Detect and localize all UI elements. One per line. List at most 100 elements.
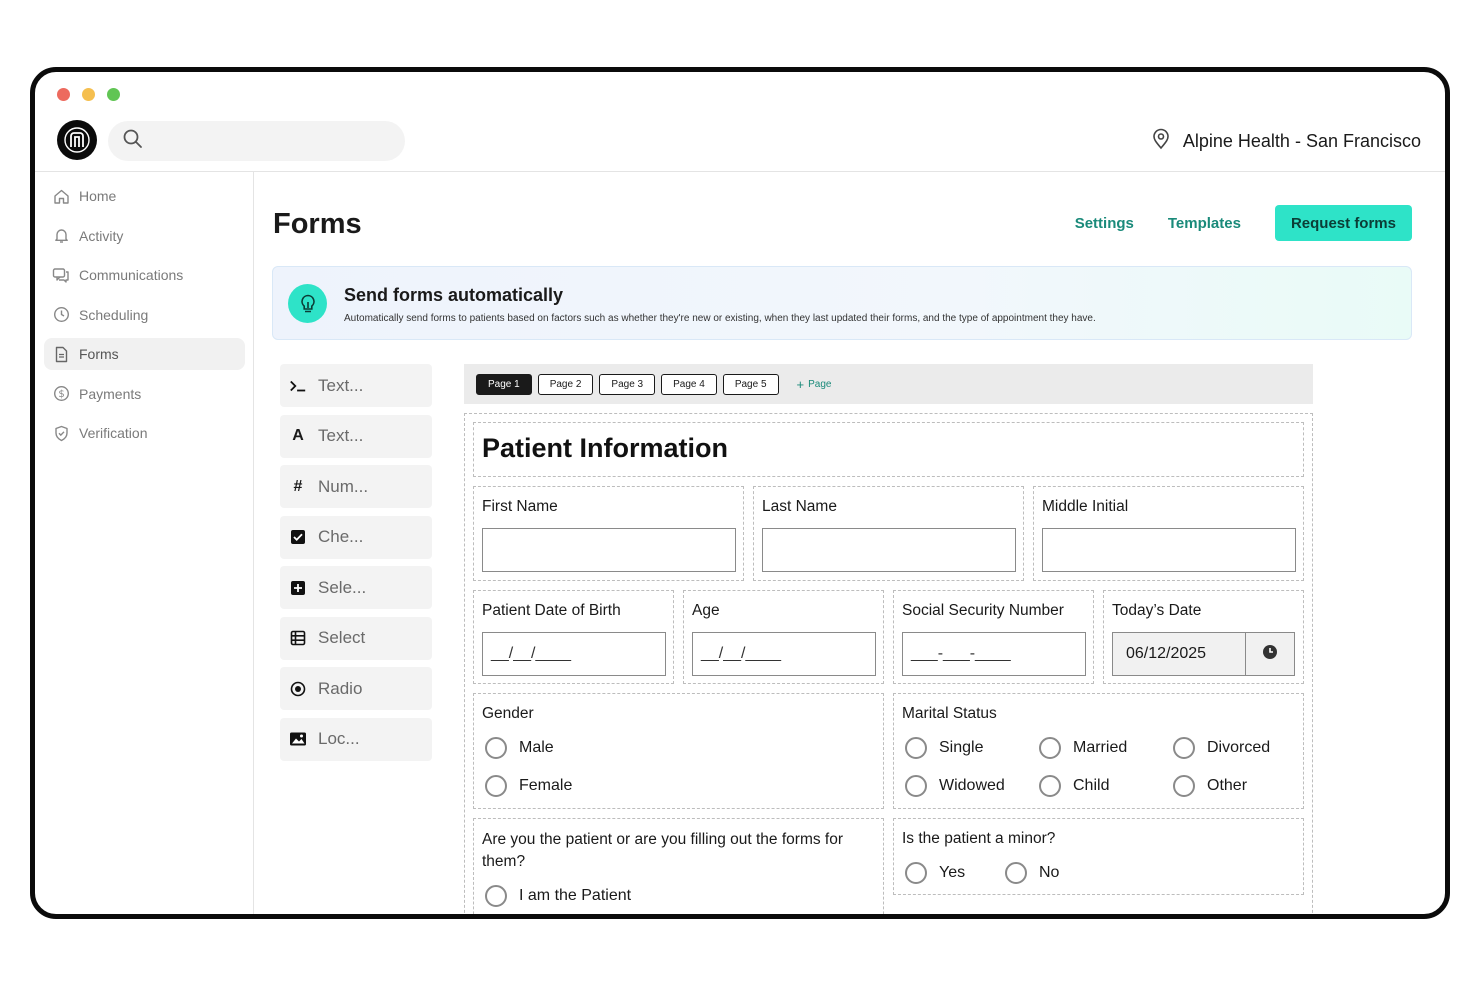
todays-date-input[interactable]: 06/12/2025 <box>1112 632 1295 676</box>
radio-button[interactable] <box>1173 737 1195 759</box>
radio-option-married[interactable]: Married <box>1039 737 1127 759</box>
first-name-input[interactable] <box>482 528 736 572</box>
sidebar-item-home[interactable]: Home <box>44 180 245 212</box>
last-name-input[interactable] <box>762 528 1016 572</box>
minor-block[interactable]: Is the patient a minor? Yes No <box>893 818 1304 895</box>
sidebar: Home Activity Communications Scheduling … <box>35 172 254 914</box>
zoom-window-button[interactable] <box>107 88 120 101</box>
tool-location-image[interactable]: Loc... <box>280 717 432 761</box>
radio-option-single[interactable]: Single <box>905 737 983 759</box>
radio-option-female[interactable]: Female <box>485 775 572 797</box>
templates-button[interactable]: Templates <box>1168 215 1241 232</box>
sidebar-item-verification[interactable]: Verification <box>44 417 245 449</box>
terminal-icon <box>289 377 307 395</box>
page-tabs-bar: Page 1 Page 2 Page 3 Page 4 Page 5 + Pag… <box>464 364 1313 404</box>
radio-icon <box>289 680 307 698</box>
tool-label: Text... <box>318 375 364 395</box>
age-block[interactable]: Age __/__/____ <box>683 590 884 684</box>
tool-checkbox[interactable]: Che... <box>280 515 432 559</box>
sidebar-item-forms[interactable]: Forms <box>44 338 245 370</box>
tool-radio[interactable]: Radio <box>280 667 432 710</box>
tool-select-add[interactable]: Sele... <box>280 566 432 609</box>
radio-button[interactable] <box>485 775 507 797</box>
tool-number[interactable]: # Num... <box>280 465 432 508</box>
search-bar[interactable] <box>108 121 405 161</box>
app-window: Alpine Health - San Francisco Home Activ… <box>30 67 1450 919</box>
date-picker-button[interactable] <box>1246 633 1294 675</box>
radio-option-no[interactable]: No <box>1005 862 1059 884</box>
radio-option-divorced[interactable]: Divorced <box>1173 737 1270 759</box>
sidebar-item-payments[interactable]: $ Payments <box>44 378 245 410</box>
radio-label: Yes <box>939 864 966 881</box>
middle-initial-block[interactable]: Middle Initial <box>1033 486 1304 581</box>
dob-block[interactable]: Patient Date of Birth __/__/____ <box>473 590 674 684</box>
sidebar-item-label: Communications <box>79 267 184 283</box>
last-name-label: Last Name <box>762 498 837 515</box>
radio-option-male[interactable]: Male <box>485 737 554 759</box>
tab-page-1[interactable]: Page 1 <box>476 373 532 395</box>
tool-label: Select <box>318 628 366 647</box>
radio-option-i-am-the-patient[interactable]: I am the Patient <box>485 885 631 907</box>
tool-short-text[interactable]: Text... <box>280 364 432 407</box>
radio-button[interactable] <box>905 737 927 759</box>
sidebar-item-communications[interactable]: Communications <box>44 259 245 291</box>
dob-input[interactable]: __/__/____ <box>482 632 666 676</box>
radio-button[interactable] <box>1173 775 1195 797</box>
radio-option-other[interactable]: Other <box>1173 775 1247 797</box>
auto-send-banner[interactable]: Send forms automatically Automatically s… <box>272 266 1412 340</box>
settings-button[interactable]: Settings <box>1075 215 1134 232</box>
radio-button[interactable] <box>1039 775 1061 797</box>
radio-button[interactable] <box>1039 737 1061 759</box>
sidebar-item-label: Scheduling <box>79 306 149 323</box>
radio-button[interactable] <box>485 737 507 759</box>
tab-page-3[interactable]: Page 3 <box>599 373 656 395</box>
tool-label: Che... <box>318 527 364 546</box>
tab-page-5[interactable]: Page 5 <box>722 373 779 395</box>
todays-date-block[interactable]: Today’s Date 06/12/2025 <box>1103 590 1304 684</box>
radio-option-child[interactable]: Child <box>1039 775 1109 797</box>
request-forms-button[interactable]: Request forms <box>1274 205 1412 241</box>
radio-label: I am the Patient <box>519 887 632 904</box>
tab-page-2[interactable]: Page 2 <box>537 373 594 395</box>
gender-block[interactable]: Gender Male Female <box>473 693 884 809</box>
radio-button[interactable] <box>905 775 927 797</box>
minimize-window-button[interactable] <box>82 88 95 101</box>
form-title-block[interactable]: Patient Information <box>473 422 1304 477</box>
brand-logo-icon[interactable] <box>57 120 97 160</box>
header-actions: Settings Templates Request forms <box>1075 205 1412 241</box>
form-filler-label: Are you the patient or are you filling o… <box>482 831 843 870</box>
close-window-button[interactable] <box>57 88 70 101</box>
age-input[interactable]: __/__/____ <box>692 632 876 676</box>
tab-page-4[interactable]: Page 4 <box>661 373 717 395</box>
location-name: Alpine Health - San Francisco <box>1182 131 1421 151</box>
field-toolbox: Text... A Text... # Num... Che... Sele..… <box>280 364 432 768</box>
location-selector[interactable]: Alpine Health - San Francisco <box>1151 128 1421 155</box>
top-bar: Alpine Health - San Francisco <box>35 118 1445 172</box>
radio-option-yes[interactable]: Yes <box>905 862 965 884</box>
radio-label: Male <box>519 739 554 756</box>
radio-button[interactable] <box>1005 862 1027 884</box>
add-page-button[interactable]: + Page <box>797 377 832 392</box>
radio-option-widowed[interactable]: Widowed <box>905 775 1005 797</box>
middle-initial-input[interactable] <box>1042 528 1296 572</box>
ssn-input[interactable]: ___-___-____ <box>902 632 1086 676</box>
sidebar-item-label: Payments <box>79 385 142 402</box>
radio-button[interactable] <box>485 885 507 907</box>
marital-status-block[interactable]: Marital Status Single Married Divorced W… <box>893 693 1304 809</box>
shield-icon <box>52 424 70 442</box>
last-name-block[interactable]: Last Name <box>753 486 1024 581</box>
first-name-block[interactable]: First Name <box>473 486 744 581</box>
tool-select[interactable]: Select <box>280 616 432 660</box>
hash-icon: # <box>293 477 303 495</box>
sidebar-item-activity[interactable]: Activity <box>44 220 245 252</box>
tool-label: Radio <box>318 678 363 698</box>
radio-button[interactable] <box>905 862 927 884</box>
form-filler-block[interactable]: Are you the patient or are you filling o… <box>473 818 884 914</box>
ssn-block[interactable]: Social Security Number ___-___-____ <box>893 590 1094 684</box>
window-controls <box>57 88 120 101</box>
sidebar-item-scheduling[interactable]: Scheduling <box>44 299 245 331</box>
radio-label: Widowed <box>939 777 1005 794</box>
first-name-label: First Name <box>482 498 558 515</box>
tool-long-text[interactable]: A Text... <box>280 414 432 458</box>
chat-icon <box>52 266 70 284</box>
